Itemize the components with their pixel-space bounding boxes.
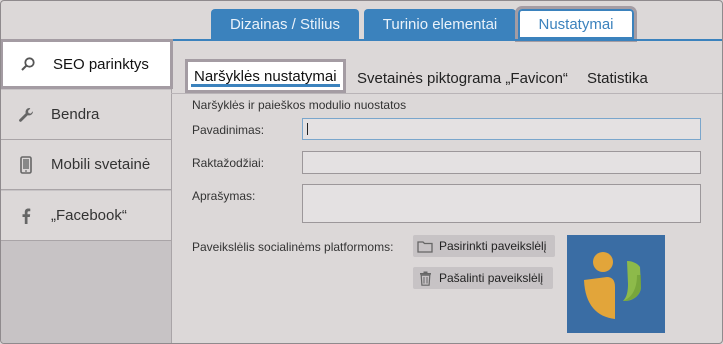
folder-icon	[417, 239, 433, 253]
tab-settings[interactable]: Nustatymai	[515, 6, 637, 42]
subtab-statistics[interactable]: Statistika	[587, 65, 648, 91]
sidebar-item-general[interactable]: Bendra	[1, 90, 171, 140]
subtab-browser-settings[interactable]: Naršyklės nustatymai	[185, 59, 346, 93]
choose-image-button[interactable]: Pasirinkti paveikslėlį	[413, 235, 555, 257]
subtab-favicon[interactable]: Svetainės piktograma „Favicon“	[357, 65, 568, 91]
subtab-label: Naršyklės nustatymai	[194, 67, 337, 85]
subtab-label: Svetainės piktograma „Favicon“	[357, 69, 568, 87]
title-input[interactable]	[302, 118, 701, 140]
tab-bar-divider	[171, 39, 722, 41]
description-label: Aprašymas:	[192, 189, 256, 203]
remove-image-button[interactable]: Pašalinti paveikslėlį	[413, 267, 553, 289]
social-image-preview	[567, 235, 665, 333]
choose-image-label: Pasirinkti paveikslėlį	[439, 239, 547, 253]
tab-content-elements[interactable]: Turinio elementai	[364, 9, 516, 40]
social-image-label: Paveikslėlis socialinėms platformoms:	[192, 240, 394, 254]
mobile-phone-icon	[1, 155, 51, 174]
subtab-divider	[171, 93, 722, 94]
remove-image-label: Pašalinti paveikslėlį	[439, 271, 544, 285]
sidebar-item-mobile[interactable]: Mobili svetainė	[1, 140, 171, 190]
active-tab-underline	[191, 84, 340, 87]
settings-panel: Dizainas / Stilius Turinio elementai Nus…	[0, 0, 723, 344]
tab-label: Turinio elementai	[382, 16, 498, 33]
title-label: Pavadinimas:	[192, 123, 265, 137]
trash-icon	[417, 271, 433, 286]
section-title: Naršyklės ir paieškos modulio nuostatos	[192, 98, 407, 112]
subtab-label: Statistika	[587, 69, 648, 87]
tab-label: Nustatymai	[538, 15, 614, 33]
search-icon	[3, 56, 53, 72]
sidebar: SEO parinktys Bendra Mobili svetainė „Fa…	[1, 39, 173, 343]
tab-label: Dizainas / Stilius	[229, 16, 341, 33]
tab-design-style[interactable]: Dizainas / Stilius	[211, 9, 359, 40]
sidebar-item-label: Mobili svetainė	[51, 156, 151, 173]
wrench-icon	[1, 106, 51, 124]
keywords-label: Raktažodžiai:	[192, 156, 265, 170]
sidebar-item-facebook[interactable]: „Facebook“	[1, 191, 171, 241]
text-caret	[307, 123, 308, 135]
brand-logo-icon	[584, 252, 641, 319]
sidebar-item-label: Bendra	[51, 106, 100, 123]
keywords-input[interactable]	[302, 151, 701, 174]
sidebar-item-label: SEO parinktys	[53, 55, 149, 73]
sidebar-item-seo[interactable]: SEO parinktys	[1, 39, 173, 89]
sidebar-item-label: „Facebook“	[51, 207, 127, 224]
description-textarea[interactable]	[302, 184, 701, 223]
facebook-icon	[1, 208, 51, 224]
